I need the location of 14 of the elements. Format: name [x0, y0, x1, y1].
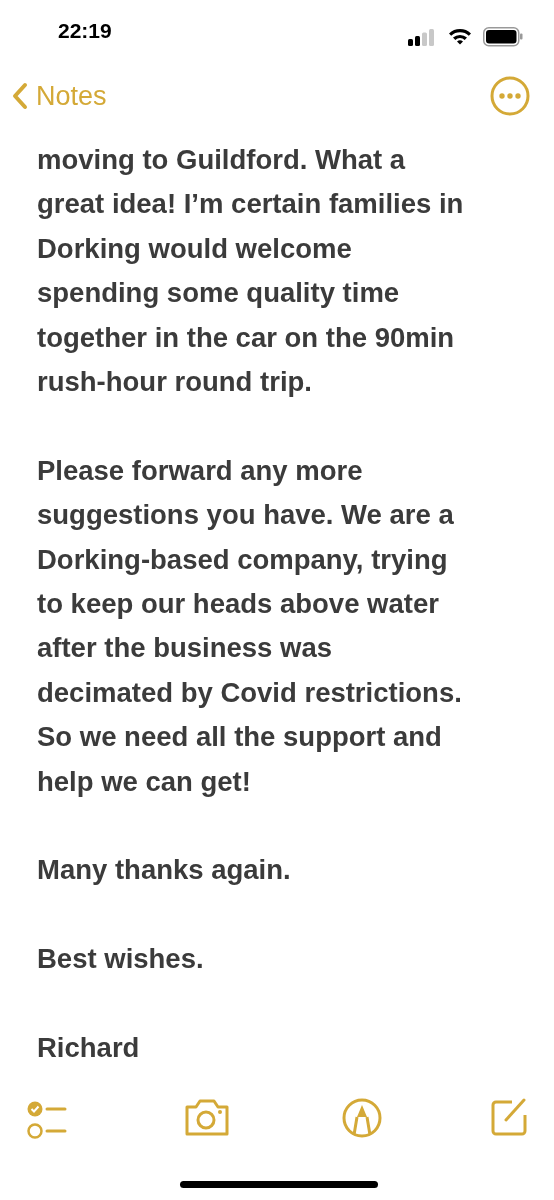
signal-icon — [408, 29, 434, 46]
markup-pen-icon[interactable] — [341, 1097, 383, 1139]
note-paragraph: moving to Guildford. What a great idea! I’m certain families in Dorking would welcome spending some quality time together in the car on the 90min rush-hour round trip. — [37, 143, 465, 400]
more-button[interactable] — [490, 76, 530, 116]
back-button[interactable]: Notes — [12, 78, 107, 114]
chevron-icon — [12, 82, 28, 110]
note-paragraph: Many thanks again. — [37, 853, 292, 888]
camera-icon[interactable] — [183, 1097, 231, 1137]
note-paragraph: Best wishes. — [37, 942, 205, 977]
wifi-icon — [448, 27, 472, 45]
battery-icon — [483, 27, 523, 47]
note-paragraph: Richard — [37, 1031, 141, 1066]
status-time: 22:19 — [58, 20, 112, 41]
note-paragraph: Please forward any more suggestions you have. We are a Dorking-based company, trying to keep our heads above water after the business was decimated by Covid restrictions. So we need all the support and help we can get! — [37, 453, 463, 799]
